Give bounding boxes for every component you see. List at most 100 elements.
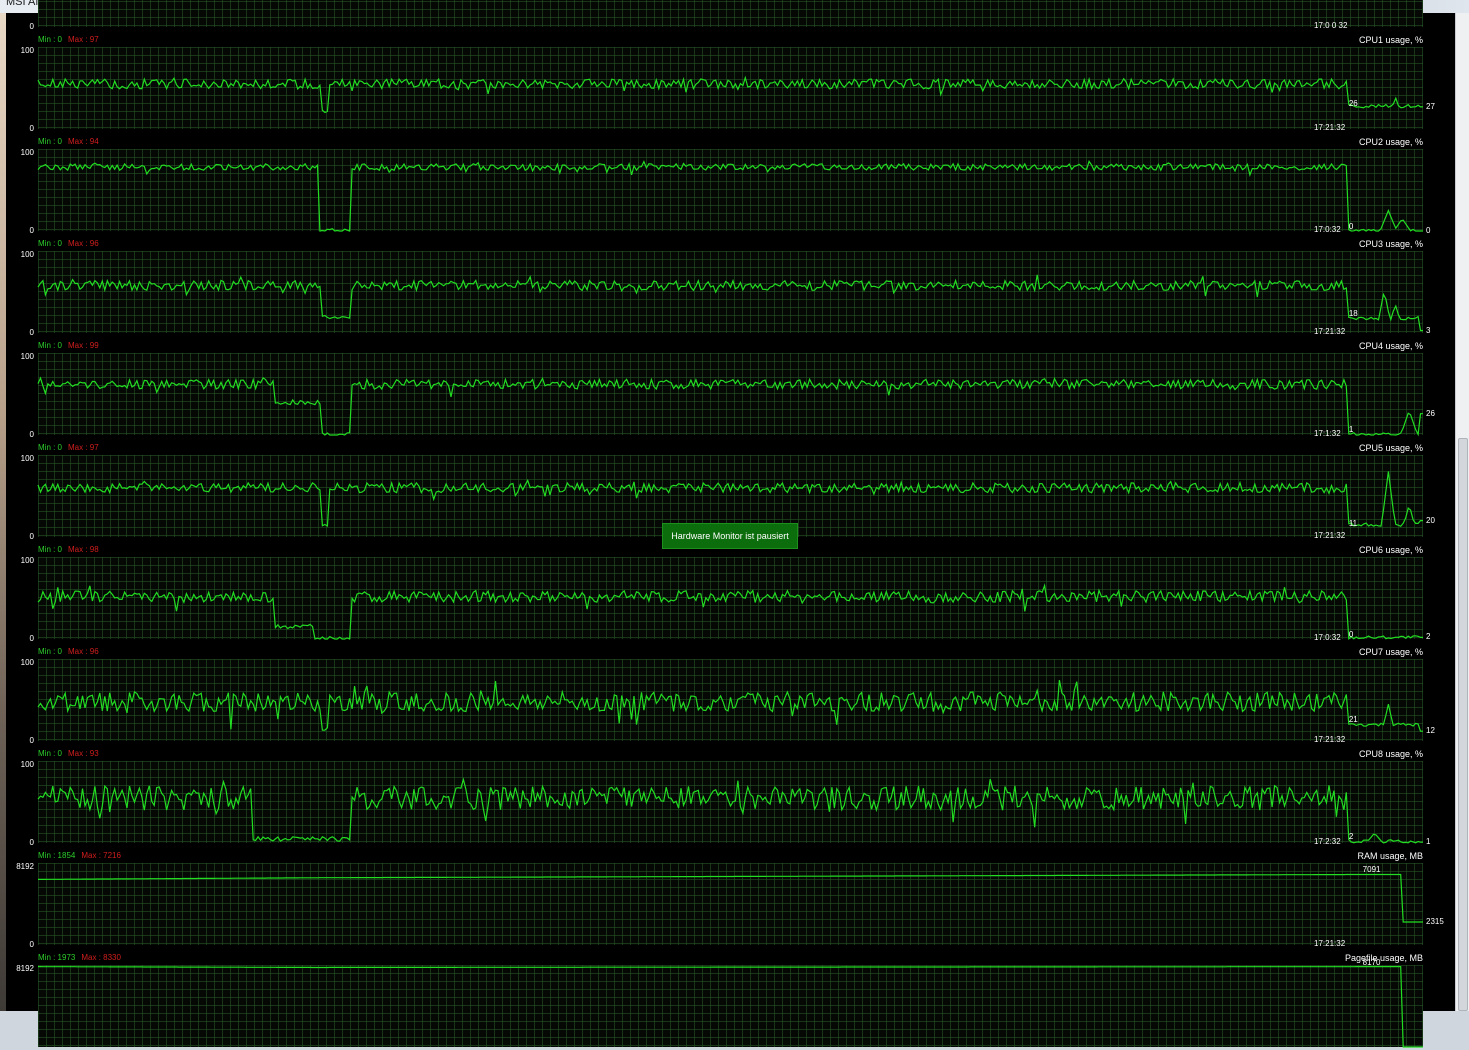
- graph-series-line: [37, 679, 1423, 732]
- graph-line-svg: [37, 160, 1423, 232]
- graph-line-svg: [37, 274, 1423, 332]
- graph-line-svg: [37, 75, 1423, 114]
- graph-series-line: [37, 471, 1423, 528]
- graph-max-value: Max : 96: [68, 239, 99, 248]
- graph-min-value: Min : 0: [38, 443, 63, 452]
- graph-timestamp: 17:0:32: [1314, 633, 1341, 642]
- graph-label: CPU2 usage, %: [1358, 137, 1423, 147]
- graph-ymax-label: 100: [20, 556, 34, 565]
- graph-line-svg: [37, 679, 1423, 732]
- graph-label: CPU6 usage, %: [1358, 545, 1423, 555]
- graph-max-value: Max : 94: [68, 137, 99, 146]
- graph-series-line: [37, 376, 1423, 437]
- graph-max-value: Max : 93: [68, 749, 99, 758]
- graph-ymax-label: 100: [20, 250, 34, 259]
- graph-label: Pagefile usage, MB: [1344, 953, 1423, 963]
- graph-max-value: Max : 98: [68, 545, 99, 554]
- graphs-container: 0 17:0 0 32 Min : 0 Max : 97 CPU1 usage, % 10…: [6, 0, 1455, 1048]
- graph-panel-partial: 0 17:0 0 32: [6, 0, 1455, 31]
- vertical-scrollbar[interactable]: [1455, 13, 1469, 1011]
- graph-min-value: Min : 0: [38, 341, 63, 350]
- graph-series-line: [37, 583, 1423, 640]
- graph-line-svg: [37, 376, 1423, 437]
- graph-timestamp: 17:0:32: [1314, 225, 1341, 234]
- graph-panel-9[interactable]: Min : 1854 Max : 7216 RAM usage, MB 8192 0 17…: [6, 846, 1455, 949]
- graph-ymax-label: 100: [20, 454, 34, 463]
- graph-last-value: 12: [1426, 726, 1435, 736]
- graph-cursor-value: 8170: [1362, 957, 1381, 967]
- graph-cursor-value: 0: [1348, 630, 1354, 639]
- hardware-monitor-panel: 0 17:0 0 32 Min : 0 Max : 97 CPU1 usage, % 10…: [6, 0, 1455, 1048]
- graph-timestamp: 17:0 0 32: [1314, 21, 1348, 30]
- graph-max-value: Max : 97: [68, 35, 99, 44]
- graph-panel-6[interactable]: Min : 0 Max : 98 CPU6 usage, % 100 0 17:0:32 0…: [6, 540, 1455, 643]
- graph-min-value: Min : 1854: [38, 851, 76, 860]
- graph-min-value: Min : 0: [38, 749, 63, 758]
- graph-series-line: [38, 873, 1423, 923]
- graph-cursor-value: 1: [1348, 425, 1354, 435]
- graph-minmax: Min : 1973 Max : 8330: [38, 953, 121, 962]
- graph-minmax: Min : 0 Max : 96: [38, 647, 99, 656]
- graph-label: CPU8 usage, %: [1358, 749, 1423, 759]
- graph-timestamp: 17:21:32: [1314, 327, 1346, 336]
- graph-cursor-value: 7091: [1362, 865, 1381, 875]
- graph-line-svg: [37, 777, 1423, 844]
- graph-series-line: [37, 75, 1423, 114]
- graph-ymax-label: 100: [20, 658, 34, 667]
- graph-minmax: Min : 0 Max : 97: [38, 35, 99, 44]
- graph-label: CPU1 usage, %: [1358, 35, 1423, 45]
- graph-max-value: Max : 7216: [81, 851, 121, 860]
- graph-line-svg: [38, 966, 1423, 1048]
- graph-ymax-label: 8192: [16, 964, 34, 973]
- graph-ymax-label: 8192: [16, 862, 34, 871]
- graph-timestamp: 17:21:32: [1314, 123, 1346, 132]
- graph-min-value: Min : 0: [38, 35, 63, 44]
- graph-panel-3[interactable]: Min : 0 Max : 96 CPU3 usage, % 100 0 17:21:32…: [6, 234, 1455, 337]
- graph-last-value: 2315: [1426, 917, 1444, 927]
- graph-minmax: Min : 0 Max : 98: [38, 545, 99, 554]
- graph-timestamp: 17:21:32: [1314, 939, 1346, 948]
- graph-label: CPU4 usage, %: [1358, 341, 1423, 351]
- graph-panel-4[interactable]: Min : 0 Max : 99 CPU4 usage, % 100 0 17:1:32 1…: [6, 336, 1455, 439]
- graph-cursor-value: 18: [1348, 309, 1358, 319]
- graph-timestamp: 17:21:32: [1314, 531, 1346, 540]
- graph-panel-1[interactable]: Min : 0 Max : 97 CPU1 usage, % 100 0 17:21:32…: [6, 30, 1455, 133]
- graph-min-value: Min : 1973: [38, 953, 76, 962]
- graph-label: RAM usage, MB: [1357, 851, 1423, 861]
- paused-status-banner[interactable]: Hardware Monitor ist pausiert: [662, 523, 798, 549]
- graph-cursor-value: 21: [1348, 714, 1358, 724]
- graph-max-value: Max : 8330: [81, 953, 121, 962]
- graph-panel-10[interactable]: Min : 1973 Max : 8330 Pagefile usage, MB 81…: [6, 948, 1455, 1050]
- graph-last-value: 26: [1426, 408, 1435, 418]
- graph-last-value: 3: [1426, 325, 1431, 335]
- graph-minmax: Min : 0 Max : 97: [38, 443, 99, 452]
- graph-last-value: 20: [1426, 515, 1435, 525]
- graph-max-value: Max : 99: [68, 341, 99, 350]
- graph-line-svg: [37, 583, 1423, 640]
- graph-minmax: Min : 0 Max : 94: [38, 137, 99, 146]
- graph-timestamp: 17:1:32: [1314, 429, 1341, 438]
- graph-panel-8[interactable]: Min : 0 Max : 93 CPU8 usage, % 100 0 17:2:32 2…: [6, 744, 1455, 847]
- graph-minmax: Min : 0 Max : 93: [38, 749, 99, 758]
- graph-panel-2[interactable]: Min : 0 Max : 94 CPU2 usage, % 100 0 17:0:32 0…: [6, 132, 1455, 235]
- graph-cursor-value: 26: [1348, 98, 1358, 108]
- graph-cursor-value: 11: [1348, 518, 1358, 528]
- graph-timestamp: 17:21:32: [1314, 735, 1346, 744]
- graph-min-value: Min : 0: [38, 137, 63, 146]
- graph-last-value: 2: [1426, 632, 1431, 642]
- graph-panel-7[interactable]: Min : 0 Max : 96 CPU7 usage, % 100 0 17:21:32…: [6, 642, 1455, 745]
- graph-minmax: Min : 0 Max : 99: [38, 341, 99, 350]
- graph-series-line: [38, 966, 1423, 1048]
- graph-minmax: Min : 1854 Max : 7216: [38, 851, 121, 860]
- graph-series-line: [37, 274, 1423, 332]
- graph-min-value: Min : 0: [38, 545, 63, 554]
- graph-label: CPU5 usage, %: [1358, 443, 1423, 453]
- graph-grid: [38, 0, 1423, 27]
- graph-last-value: 1: [1426, 837, 1431, 847]
- graph-ymax-label: 100: [20, 760, 34, 769]
- scrollbar-thumb[interactable]: [1458, 438, 1468, 1011]
- graph-label: CPU3 usage, %: [1358, 239, 1423, 249]
- graph-ymax-label: 100: [20, 352, 34, 361]
- graph-ymax-label: 100: [20, 148, 34, 157]
- graph-series-line: [37, 160, 1423, 232]
